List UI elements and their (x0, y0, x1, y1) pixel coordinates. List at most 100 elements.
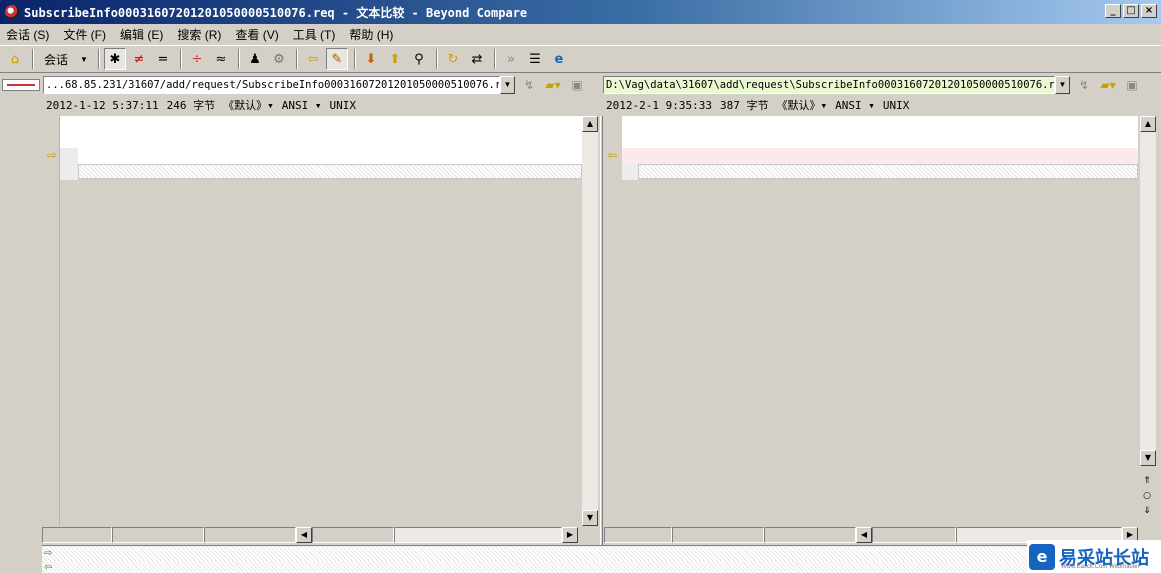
detail-line-left (42, 547, 1142, 561)
next-diff-button[interactable]: ⬇ (360, 48, 382, 70)
right-path-dropdown[interactable]: ▼ (1055, 76, 1070, 94)
right-status-cell (764, 527, 856, 543)
menu-search[interactable]: 搜索 (R) (177, 26, 221, 43)
show-diffs-button[interactable]: ≠ (128, 48, 150, 70)
right-date: 2012-2-1 9:35:33 (606, 98, 712, 112)
right-diff-arrow-icon[interactable]: ⇦ (607, 148, 617, 162)
edit-button[interactable]: ✎ (325, 48, 348, 70)
toolbar: ⌂ 会话 ▼ ✱ ≠ = ÷ ≈ ♟ ⚙ ⇦ ✎ ⬇ ⬆ ⚲ ↻ ⇄ » ☰ e (0, 45, 1161, 73)
right-encoding[interactable]: ANSI ▾ (835, 99, 875, 112)
maximize-button[interactable]: □ (1123, 4, 1139, 18)
left-hscroll-track[interactable] (394, 527, 562, 543)
show-all-button[interactable]: ✱ (103, 48, 126, 70)
left-scroll-up-button[interactable]: ▲ (582, 116, 598, 132)
find-button[interactable]: ⚲ (408, 48, 430, 70)
toolbar-separator (32, 49, 34, 69)
right-scroll-up-button[interactable]: ▲ (1140, 116, 1156, 132)
toolbar-separator (237, 49, 240, 69)
rules-button[interactable]: ♟ (244, 48, 266, 70)
reload-button[interactable]: ↻ (442, 48, 464, 70)
expand-button[interactable]: » (500, 48, 522, 70)
menu-view[interactable]: 查看 (V) (235, 26, 278, 43)
line-detail-pane[interactable]: ⇨ ⇦ (42, 545, 1161, 573)
left-status-bar: ◀ ▶ (42, 527, 578, 543)
left-scroll-down-button[interactable]: ▼ (582, 510, 598, 526)
right-status-cell (604, 527, 672, 543)
left-vertical-scrollbar[interactable]: ▲ ▼ (582, 116, 598, 526)
left-folder-icon[interactable]: ▰▾ (543, 76, 563, 94)
menu-file[interactable]: 文件 (F) (63, 26, 106, 43)
menu-help[interactable]: 帮助 (H) (349, 26, 393, 43)
left-swap-icon[interactable]: ↯ (519, 76, 539, 94)
left-line-end[interactable]: UNIX (329, 99, 356, 112)
session-label: 会话 (44, 52, 69, 67)
chevron-down-icon: ▼ (80, 54, 88, 64)
left-diff-arrow-icon[interactable]: ⇨ (47, 148, 57, 162)
right-swap-icon[interactable]: ↯ (1074, 76, 1094, 94)
title-bar: SubscribeInfo00031607201201050000510076.… (0, 0, 1161, 24)
right-vertical-scrollbar[interactable]: ▲ ▼ (1140, 116, 1156, 466)
right-hscroll-left-button[interactable]: ◀ (856, 527, 872, 543)
left-save-icon[interactable]: ▣ (567, 76, 587, 94)
prev-diff-button[interactable]: ⬆ (384, 48, 406, 70)
toolbar-separator (493, 49, 496, 69)
right-line-number-gutter (622, 164, 638, 180)
web-button[interactable]: e (548, 48, 570, 70)
prev-diff-nav-icon[interactable]: ⇑ (1140, 476, 1154, 486)
next-diff-nav-icon[interactable]: ⇓ (1140, 506, 1154, 516)
close-button[interactable]: × (1141, 4, 1157, 18)
show-same-button[interactable]: = (152, 48, 174, 70)
session-dropdown[interactable]: 会话 ▼ (44, 51, 88, 68)
right-encoding-default[interactable]: 《默认》▾ (776, 97, 827, 113)
left-path-input[interactable]: ...68.85.231/31607/add/request/Subscribe… (43, 76, 500, 94)
menu-session[interactable]: 会话 (S) (6, 26, 49, 43)
detail-line-right (42, 561, 1142, 573)
left-line-1: 0076000020120105000009022012010500000201… (60, 116, 582, 132)
left-hscroll-right-button[interactable]: ▶ (562, 527, 578, 543)
window-title: SubscribeInfo00031607201201050000510076.… (24, 5, 528, 20)
format-button[interactable]: ⚙ (268, 48, 290, 70)
menu-edit[interactable]: 编辑 (E) (120, 26, 163, 43)
current-diff-nav-icon[interactable]: ○ (1140, 491, 1154, 501)
right-folder-icon[interactable]: ▰▾ (1098, 76, 1118, 94)
left-text-pane[interactable]: 0076000020120105000009022012010500000201… (60, 116, 582, 526)
right-info-bar: 2012-2-1 9:35:33 387 字节 《默认》▾ ANSI ▾ UNI… (606, 97, 917, 113)
left-panel-toggle[interactable] (2, 79, 40, 91)
app-icon[interactable] (5, 5, 19, 19)
left-size: 246 字节 (166, 99, 216, 112)
toolbar-separator (435, 49, 438, 69)
minimize-button[interactable]: _ (1105, 4, 1121, 18)
context-button[interactable]: ÷ (186, 48, 208, 70)
menu-tools[interactable]: 工具 (T) (293, 26, 336, 43)
left-line-2: 201201042330245311 1 18666600879 70 3160… (60, 132, 582, 148)
right-path-input[interactable]: D:\Vag\data\31607\add\request\SubscribeI… (603, 76, 1055, 94)
list-button[interactable]: ☰ (524, 48, 546, 70)
left-encoding-default[interactable]: 《默认》▾ (223, 97, 274, 113)
left-hscroll-left-button[interactable]: ◀ (296, 527, 312, 543)
left-path-dropdown[interactable]: ▼ (500, 76, 515, 94)
left-date: 2012-1-12 5:37:11 (46, 98, 159, 112)
left-line-3-blank (60, 148, 582, 164)
minor-button[interactable]: ≈ (210, 48, 232, 70)
pane-splitter[interactable] (600, 116, 603, 546)
right-line-end[interactable]: UNIX (883, 99, 910, 112)
compare-button[interactable]: ⇄ (466, 48, 488, 70)
right-status-cell (672, 527, 764, 543)
menu-bar: 会话 (S) 文件 (F) 编辑 (E) 搜索 (R) 查看 (V) 工具 (T… (0, 24, 1161, 44)
right-line-2: 201201042330245311 1 18666600879 70 3160… (622, 132, 1138, 148)
right-line-1: 0076000020120105000009022012010500000201… (622, 116, 1138, 132)
toolbar-separator (295, 49, 298, 69)
right-size: 387 字节 (719, 99, 769, 112)
right-path-row: D:\Vag\data\31607\add\request\SubscribeI… (603, 75, 1142, 95)
detail-right-arrow-icon: ⇨ (44, 548, 53, 559)
right-text-pane[interactable]: 0076000020120105000009022012010500000201… (622, 116, 1138, 526)
toolbar-separator (97, 49, 100, 69)
thumbnail-strip[interactable] (0, 116, 42, 573)
left-hscroll-thumb[interactable] (312, 527, 394, 543)
right-scroll-down-button[interactable]: ▼ (1140, 450, 1156, 466)
swap-button[interactable]: ⇦ (302, 48, 324, 70)
left-encoding[interactable]: ANSI ▾ (282, 99, 322, 112)
right-hscroll-thumb[interactable] (872, 527, 956, 543)
right-save-icon[interactable]: ▣ (1122, 76, 1142, 94)
home-icon[interactable]: ⌂ (4, 48, 26, 70)
